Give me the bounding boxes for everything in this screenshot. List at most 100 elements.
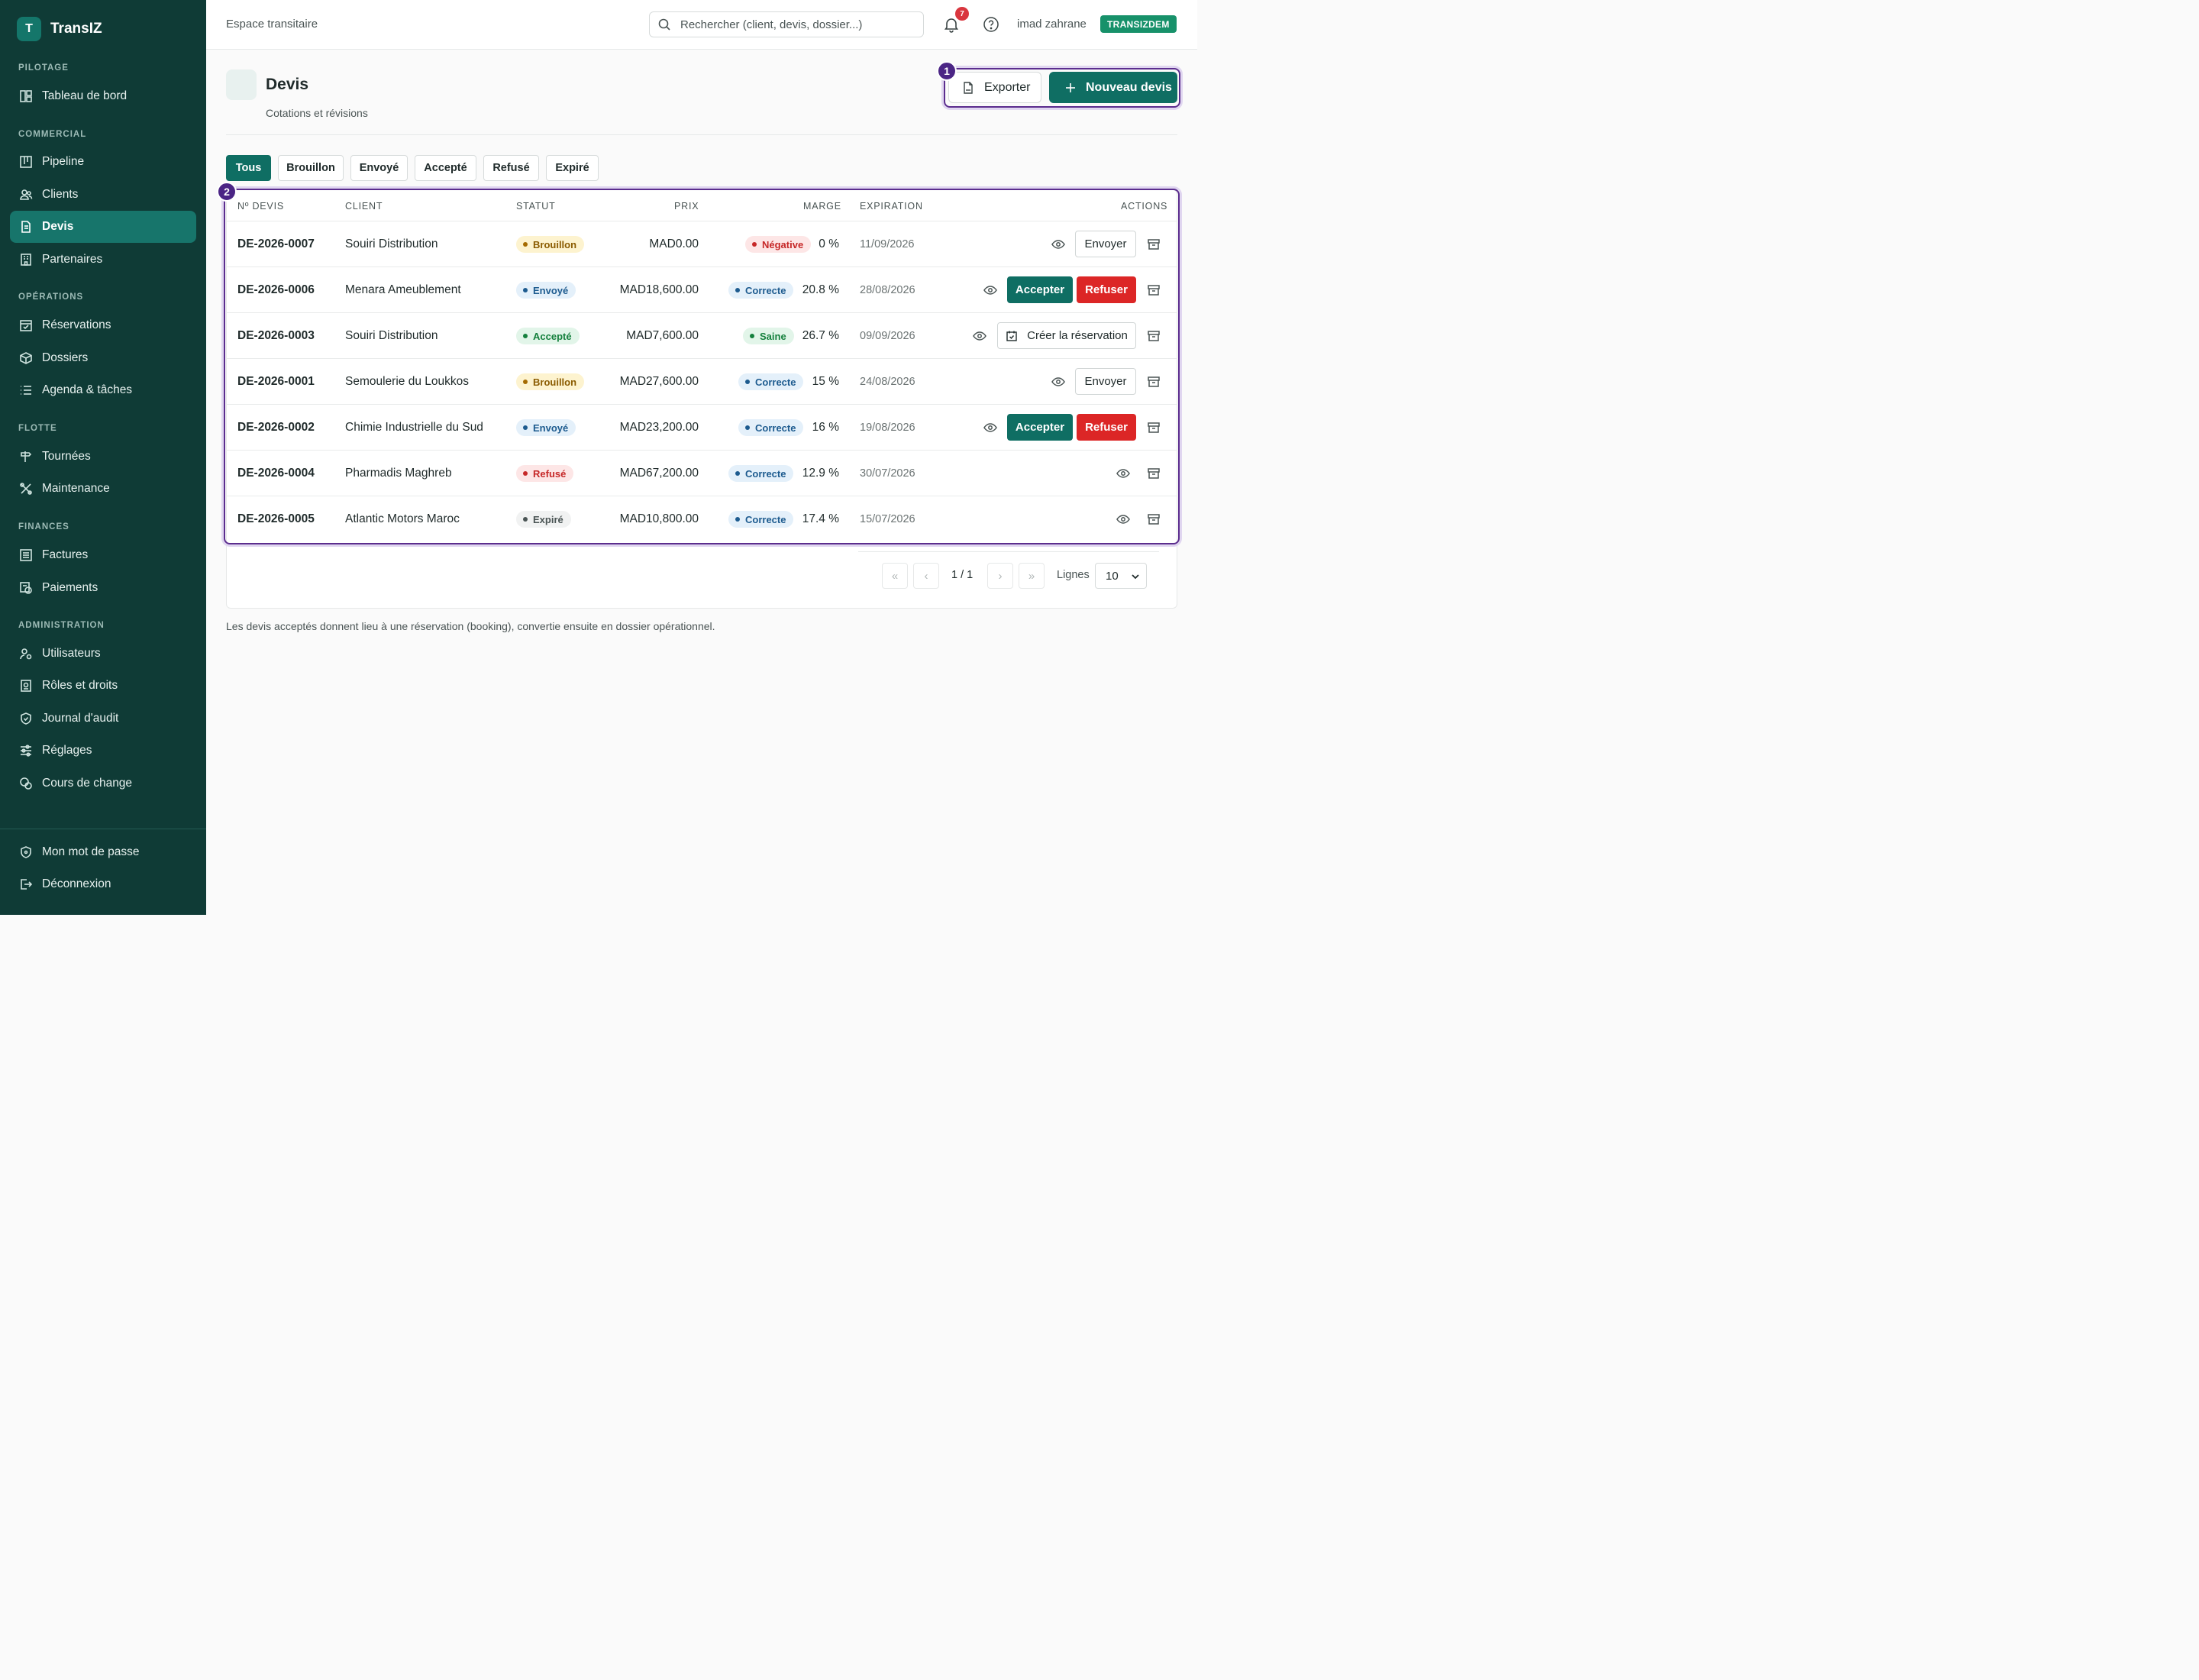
- sidebar-item-tableau-de-bord[interactable]: Tableau de bord: [10, 80, 196, 112]
- table-row[interactable]: DE-2026-0005 Atlantic Motors Maroc Expir…: [226, 496, 1177, 541]
- filter-tab-envoye[interactable]: Envoyé: [350, 155, 408, 181]
- sidebar-item-dossiers[interactable]: Dossiers: [10, 342, 196, 374]
- margin-percent: 20.8 %: [802, 283, 839, 296]
- quote-id[interactable]: DE-2026-0007: [237, 221, 315, 267]
- brand[interactable]: T TransIZ: [17, 17, 102, 41]
- archive-button[interactable]: [1147, 467, 1161, 480]
- status-badge: Expiré: [516, 511, 571, 528]
- quote-id[interactable]: DE-2026-0004: [237, 451, 315, 496]
- last-page-button[interactable]: »: [1019, 563, 1045, 589]
- search-input[interactable]: [680, 18, 909, 31]
- table-row[interactable]: DE-2026-0004 Pharmadis Maghreb Refusé MA…: [226, 450, 1177, 496]
- table-row[interactable]: DE-2026-0002 Chimie Industrielle du Sud …: [226, 404, 1177, 450]
- table-row[interactable]: DE-2026-0001 Semoulerie du Loukkos Broui…: [226, 358, 1177, 404]
- view-button[interactable]: [1051, 375, 1065, 389]
- quote-id[interactable]: DE-2026-0006: [237, 267, 315, 313]
- archive-button[interactable]: [1147, 283, 1161, 297]
- search-box[interactable]: [649, 11, 924, 37]
- refuse-button[interactable]: Refuser: [1077, 414, 1136, 441]
- sidebar-item-label: Agenda & tâches: [42, 383, 133, 396]
- new-quote-button[interactable]: Nouveau devis: [1049, 72, 1177, 103]
- sidebar-item-partenaires[interactable]: Partenaires: [10, 244, 196, 276]
- section-title-finances: FINANCES: [18, 522, 69, 531]
- view-button[interactable]: [1116, 467, 1130, 480]
- sidebar-item-factures[interactable]: Factures: [10, 539, 196, 571]
- eye-icon: [973, 331, 986, 341]
- sidebar-item-maintenance[interactable]: Maintenance: [10, 473, 196, 505]
- sidebar-item-devis[interactable]: Devis: [10, 211, 196, 243]
- quote-id[interactable]: DE-2026-0002: [237, 405, 315, 451]
- margin-percent: 0 %: [819, 237, 839, 250]
- section-title-administration: ADMINISTRATION: [18, 621, 105, 630]
- column-header-client[interactable]: CLIENT: [345, 201, 383, 212]
- refuse-button[interactable]: Refuser: [1077, 276, 1136, 303]
- sidebar-item-label: Tableau de bord: [42, 89, 128, 102]
- rows-per-page-label: Lignes: [1057, 569, 1090, 581]
- column-header-marge[interactable]: MARGE: [803, 201, 841, 212]
- filter-tab-tous[interactable]: Tous: [226, 155, 271, 181]
- price: MAD7,600.00: [626, 329, 699, 342]
- rows-per-page-select[interactable]: 10: [1095, 563, 1147, 589]
- view-button[interactable]: [1116, 512, 1130, 526]
- archive-button[interactable]: [1147, 375, 1161, 389]
- view-button[interactable]: [983, 283, 997, 297]
- accept-button[interactable]: Accepter: [1007, 276, 1073, 303]
- column-header-prix[interactable]: PRIX: [674, 201, 699, 212]
- table-row[interactable]: DE-2026-0007 Souiri Distribution Brouill…: [226, 221, 1177, 267]
- archive-button[interactable]: [1147, 329, 1161, 343]
- column-header-statut[interactable]: STATUT: [516, 201, 556, 212]
- sidebar-item-label: Clients: [42, 188, 79, 201]
- column-header-expiration[interactable]: EXPIRATION: [860, 201, 923, 212]
- sidebar-item-utilisateurs[interactable]: Utilisateurs: [10, 638, 196, 670]
- filter-tab-refuse[interactable]: Refusé: [483, 155, 539, 181]
- sidebar-item-journal[interactable]: Journal d'audit: [10, 703, 196, 735]
- quote-id[interactable]: DE-2026-0005: [237, 496, 315, 542]
- table-row[interactable]: DE-2026-0003 Souiri Distribution Accepté…: [226, 312, 1177, 358]
- sidebar-item-cours-change[interactable]: Cours de change: [10, 767, 196, 800]
- filter-tab-expire[interactable]: Expiré: [546, 155, 599, 181]
- view-button[interactable]: [983, 421, 997, 435]
- table-row[interactable]: DE-2026-0006 Menara Ameublement Envoyé M…: [226, 267, 1177, 312]
- send-button[interactable]: Envoyer: [1075, 368, 1136, 395]
- section-title-commercial: COMMERCIAL: [18, 130, 87, 139]
- sidebar-item-clients[interactable]: Clients: [10, 179, 196, 211]
- next-page-button[interactable]: ›: [987, 563, 1013, 589]
- archive-icon: [1148, 239, 1160, 250]
- view-button[interactable]: [1051, 237, 1065, 251]
- column-header-id[interactable]: Nº DEVIS: [237, 201, 284, 212]
- create-booking-button[interactable]: Créer la réservation: [997, 322, 1136, 349]
- prev-page-button[interactable]: ‹: [913, 563, 939, 589]
- sidebar-item-label: Paiements: [42, 581, 98, 594]
- price: MAD67,200.00: [619, 467, 699, 480]
- send-button[interactable]: Envoyer: [1075, 231, 1136, 257]
- user-name[interactable]: imad zahrane: [1017, 18, 1087, 31]
- eye-icon: [1051, 240, 1065, 249]
- expiration-date: 30/07/2026: [860, 467, 915, 480]
- archive-icon: [1148, 514, 1160, 525]
- margin-percent: 16 %: [812, 421, 839, 434]
- sidebar-item-pipeline[interactable]: Pipeline: [10, 146, 196, 178]
- archive-button[interactable]: [1147, 421, 1161, 435]
- view-button[interactable]: [973, 329, 986, 343]
- filter-tab-accepte[interactable]: Accepté: [415, 155, 476, 181]
- sidebar-item-tournees[interactable]: Tournées: [10, 441, 196, 473]
- sidebar-item-mot-de-passe[interactable]: Mon mot de passe: [10, 836, 196, 868]
- accept-button[interactable]: Accepter: [1007, 414, 1073, 441]
- export-button[interactable]: Exporter: [948, 72, 1041, 103]
- margin-percent: 17.4 %: [802, 512, 839, 525]
- sidebar-item-reglages[interactable]: Réglages: [10, 735, 196, 767]
- help-icon[interactable]: [983, 16, 999, 33]
- quote-id[interactable]: DE-2026-0001: [237, 359, 315, 405]
- sidebar-item-reservations[interactable]: Réservations: [10, 309, 196, 341]
- archive-button[interactable]: [1147, 237, 1161, 251]
- archive-button[interactable]: [1147, 512, 1161, 526]
- sidebar-item-paiements[interactable]: Paiements: [10, 572, 196, 604]
- first-page-button[interactable]: «: [882, 563, 908, 589]
- sidebar-item-deconnexion[interactable]: Déconnexion: [10, 868, 196, 900]
- header-divider: [226, 134, 1177, 135]
- filter-tab-brouillon[interactable]: Brouillon: [278, 155, 344, 181]
- quote-id[interactable]: DE-2026-0003: [237, 313, 315, 359]
- sidebar-item-roles[interactable]: Rôles et droits: [10, 670, 196, 702]
- client-name: Souiri Distribution: [345, 329, 438, 342]
- sidebar-item-agenda[interactable]: Agenda & tâches: [10, 374, 196, 406]
